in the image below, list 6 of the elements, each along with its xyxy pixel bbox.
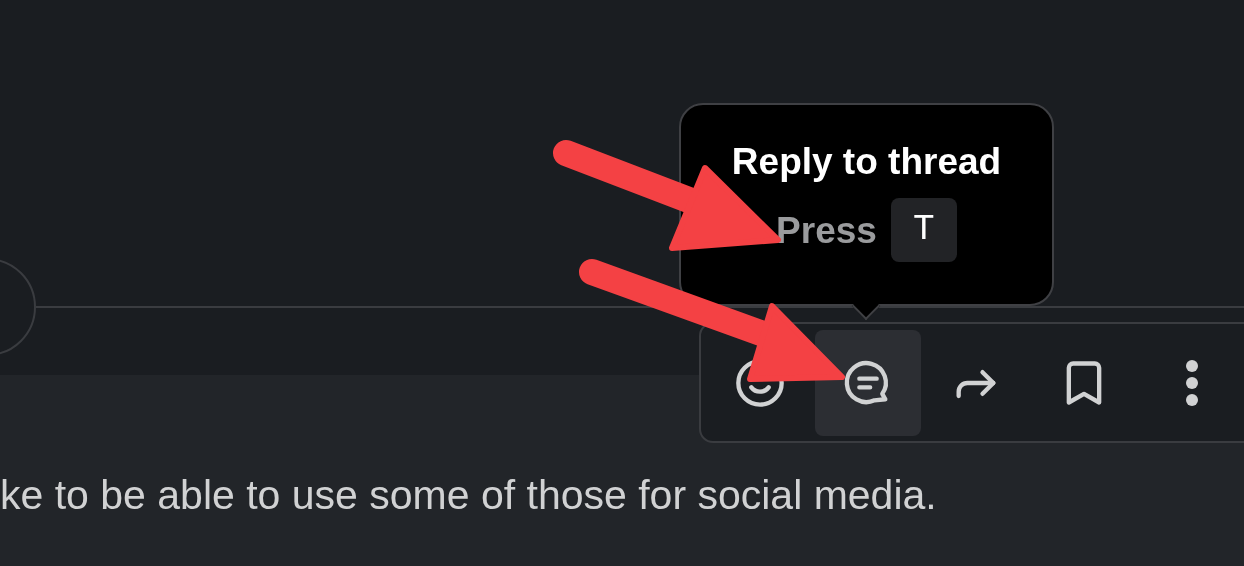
tooltip-hint: Press (776, 211, 877, 249)
more-icon (1185, 358, 1199, 407)
tooltip-title: Reply to thread (731, 143, 1002, 180)
message-action-button[interactable] (815, 329, 921, 436)
shortcut-key: T (890, 198, 957, 262)
message-text: ke to be able to use some of those for social media. (0, 475, 938, 516)
